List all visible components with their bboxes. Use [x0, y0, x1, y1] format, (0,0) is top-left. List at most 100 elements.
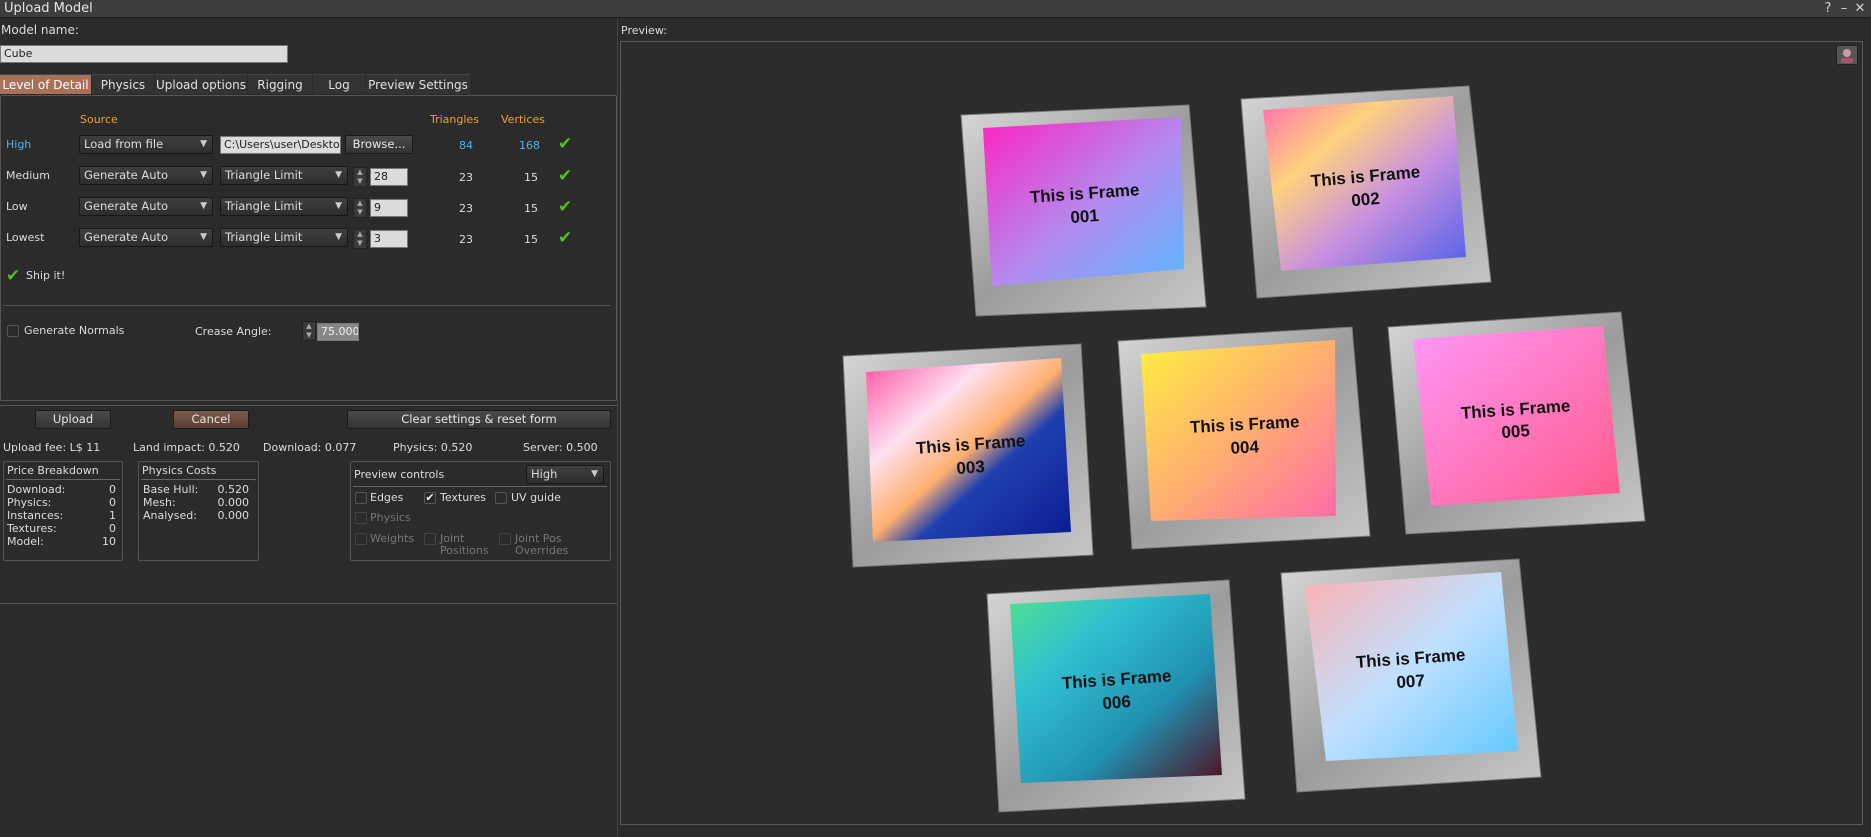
preview-viewport[interactable]: This is Frame 001 This is Frame 002 This…: [620, 41, 1863, 825]
lod-lowest-vertices: 15: [524, 233, 538, 246]
lod-lowest-source-dropdown[interactable]: Generate Auto ▼: [79, 228, 213, 247]
crease-angle-label: Crease Angle:: [195, 325, 272, 338]
lod-low-limit-input[interactable]: 9: [370, 199, 408, 217]
preview-lod-dropdown[interactable]: High ▼: [526, 465, 604, 484]
chevron-down-icon: ▼: [200, 201, 207, 211]
joint-pos-overrides-checkbox[interactable]: [499, 533, 511, 545]
close-button[interactable]: ✕: [1852, 0, 1868, 18]
frame-006: This is Frame 006: [986, 579, 1246, 813]
lod-medium-spinner[interactable]: ▲ ▼: [353, 167, 367, 187]
pc-mesh-label: Mesh:: [143, 496, 176, 509]
minimize-button[interactable]: –: [1836, 0, 1852, 18]
preview-canvas[interactable]: This is Frame 001 This is Frame 002 This…: [621, 42, 1864, 826]
pb-textures-value: 0: [109, 522, 116, 535]
uv-guide-checkbox[interactable]: [495, 492, 507, 504]
lod-high-file-path[interactable]: C:\Users\user\Desktop: [220, 136, 341, 154]
frame-003-line2: 003: [956, 457, 986, 478]
title-bar: Upload Model ? – ✕: [0, 0, 1871, 18]
pc-mesh-value: 0.000: [217, 496, 250, 509]
edges-checkbox[interactable]: [355, 492, 367, 504]
lod-lowest-spinner[interactable]: ▲ ▼: [353, 229, 367, 249]
physics-cost: Physics: 0.520: [393, 441, 473, 454]
lod-lowest-label: Lowest: [6, 231, 45, 244]
tab-physics[interactable]: Physics: [92, 74, 154, 94]
lod-high-source-dropdown[interactable]: Load from file ▼: [79, 135, 213, 154]
lod-low-spinner[interactable]: ▲ ▼: [353, 198, 367, 218]
joint-positions-checkbox[interactable]: [424, 533, 436, 545]
lod-low-mode-value: Triangle Limit: [225, 199, 303, 213]
lod-lowest-source-value: Generate Auto: [84, 230, 169, 244]
lod-lowest-mode-dropdown[interactable]: Triangle Limit ▼: [220, 228, 348, 247]
tab-preview-settings[interactable]: Preview Settings: [366, 74, 470, 94]
crease-angle-input[interactable]: 75.000: [317, 323, 359, 341]
frame-007-line2: 007: [1396, 671, 1426, 692]
lod-medium-source-dropdown[interactable]: Generate Auto ▼: [79, 166, 213, 185]
preview-lod-value: High: [531, 467, 558, 481]
frame-005: This is Frame 005: [1387, 311, 1646, 535]
lod-low-source-dropdown[interactable]: Generate Auto ▼: [79, 197, 213, 216]
crease-angle-spinner[interactable]: ▲ ▼: [302, 321, 316, 341]
check-icon: ✔: [558, 134, 573, 154]
divider: [4, 305, 610, 306]
upload-button[interactable]: Upload: [35, 410, 111, 429]
generate-normals-label: Generate Normals: [24, 324, 125, 337]
frame-005-line2: 005: [1501, 421, 1531, 442]
generate-normals-checkbox[interactable]: [7, 325, 19, 337]
lod-low-mode-dropdown[interactable]: Triangle Limit ▼: [220, 197, 348, 216]
download-cost: Download: 0.077: [263, 441, 357, 454]
chevron-down-icon: ▼: [335, 170, 342, 180]
lod-medium-mode-dropdown[interactable]: Triangle Limit ▼: [220, 166, 348, 185]
lod-lowest-mode-value: Triangle Limit: [225, 230, 303, 244]
divider: [141, 479, 256, 480]
divider: [0, 405, 618, 406]
frame-002: This is Frame 002: [1240, 85, 1492, 299]
lod-medium-source-value: Generate Auto: [84, 168, 169, 182]
divider: [6, 479, 120, 480]
lod-high-label: High: [6, 138, 32, 151]
window-title: Upload Model: [4, 1, 93, 16]
tab-log[interactable]: Log: [313, 74, 365, 94]
ship-it-label: Ship it!: [26, 269, 66, 282]
check-icon: ✔: [558, 228, 573, 248]
chevron-down-icon: ▼: [200, 139, 207, 149]
land-impact: Land impact: 0.520: [133, 441, 240, 454]
frame-007: This is Frame 007: [1280, 558, 1542, 793]
tab-upload-options[interactable]: Upload options: [155, 74, 247, 94]
browse-button[interactable]: Browse...: [345, 135, 413, 154]
avatar-preview-button[interactable]: [1836, 45, 1858, 65]
lod-low-triangles: 23: [459, 202, 473, 215]
pb-download-value: 0: [109, 483, 116, 496]
pc-analysed-label: Analysed:: [143, 509, 197, 522]
lod-medium-mode-value: Triangle Limit: [225, 168, 303, 182]
weights-checkbox[interactable]: [355, 533, 367, 545]
cancel-button[interactable]: Cancel: [173, 410, 249, 429]
model-name-input[interactable]: Cube: [0, 45, 288, 63]
pb-download-label: Download:: [7, 483, 66, 496]
lod-medium-limit-input[interactable]: 28: [370, 168, 408, 186]
lod-lowest-limit-input[interactable]: 3: [370, 230, 408, 248]
frame-003: This is Frame 003: [842, 343, 1094, 568]
tab-rigging[interactable]: Rigging: [248, 74, 312, 94]
tab-level-of-detail[interactable]: Level of Detail: [0, 74, 91, 94]
chevron-down-icon: ▼: [335, 232, 342, 242]
uv-guide-label: UV guide: [511, 491, 561, 504]
weights-label: Weights: [370, 532, 415, 545]
textures-label: Textures: [440, 491, 486, 504]
pb-instances-value: 1: [109, 509, 116, 522]
lod-low-source-value: Generate Auto: [84, 199, 169, 213]
textures-checkbox[interactable]: ✔: [424, 492, 436, 504]
divider: [617, 18, 618, 837]
physics-checkbox[interactable]: [355, 512, 367, 524]
avatar-icon: [1841, 49, 1853, 63]
vertices-header: Vertices: [501, 113, 545, 126]
price-breakdown-title: Price Breakdown: [7, 464, 99, 477]
pb-instances-label: Instances:: [7, 509, 64, 522]
edges-label: Edges: [370, 491, 404, 504]
lod-low-label: Low: [6, 200, 28, 213]
help-button[interactable]: ?: [1820, 0, 1836, 18]
divider: [0, 603, 618, 604]
lod-medium-label: Medium: [6, 169, 50, 182]
chevron-down-icon: ▼: [335, 201, 342, 211]
divider: [353, 486, 607, 487]
clear-settings-button[interactable]: Clear settings & reset form: [347, 410, 611, 429]
